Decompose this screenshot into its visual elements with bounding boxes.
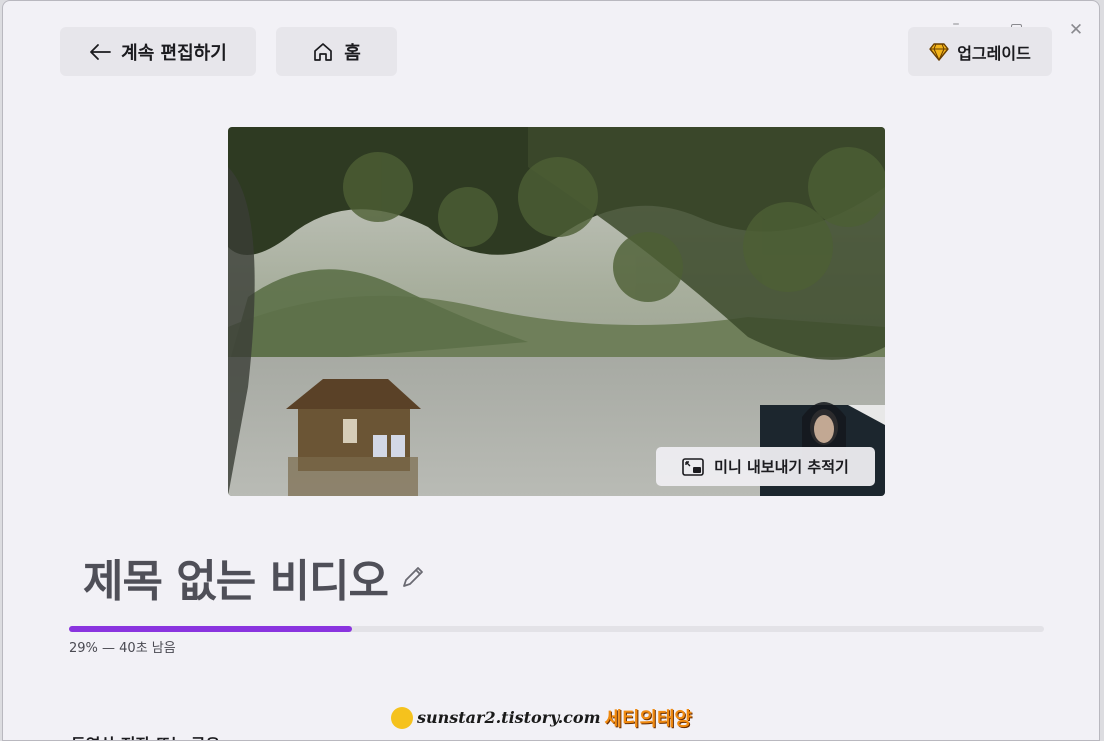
video-preview: 미니 내보내기 추적기	[228, 127, 885, 496]
home-button[interactable]: 홈	[276, 27, 397, 76]
watermark-name: 세티의태양	[604, 708, 692, 730]
video-title: 제목 없는 비디오	[83, 556, 389, 607]
export-progress-fill	[69, 626, 352, 632]
export-progress-status: 29% — 40초 남음	[69, 641, 176, 656]
close-icon: ✕	[1068, 20, 1084, 40]
upgrade-button[interactable]: 업그레이드	[908, 27, 1052, 76]
app-window: – ✕ 계속 편집하기 홈 업그레이드 미니 내보내기 추적기 제목 없는 비디…	[2, 0, 1100, 741]
title-row: 제목 없는 비디오	[83, 549, 426, 607]
diamond-icon	[929, 42, 949, 61]
picture-in-picture-icon	[682, 457, 704, 476]
mini-export-tracker-button[interactable]: 미니 내보내기 추적기	[656, 447, 875, 486]
watermark: sunstar2.tistory.com 세티의태양	[391, 704, 692, 731]
emoji-icon	[391, 706, 413, 729]
pencil-icon[interactable]	[400, 564, 426, 590]
continue-editing-label: 계속 편집하기	[121, 42, 227, 64]
mini-export-tracker-label: 미니 내보내기 추적기	[714, 458, 849, 476]
watermark-url: sunstar2.tistory.com	[417, 708, 601, 727]
pavilion	[286, 379, 421, 496]
save-or-share-heading: 동영상 저장 또는 공유	[71, 731, 220, 740]
close-button[interactable]: ✕	[1061, 15, 1091, 45]
arrow-left-icon	[89, 43, 112, 61]
continue-editing-button[interactable]: 계속 편집하기	[60, 27, 256, 76]
export-progress-bar	[69, 626, 1044, 632]
home-label: 홈	[344, 42, 361, 64]
home-icon	[312, 41, 334, 63]
preview-image	[228, 127, 885, 496]
upgrade-label: 업그레이드	[957, 43, 1031, 63]
